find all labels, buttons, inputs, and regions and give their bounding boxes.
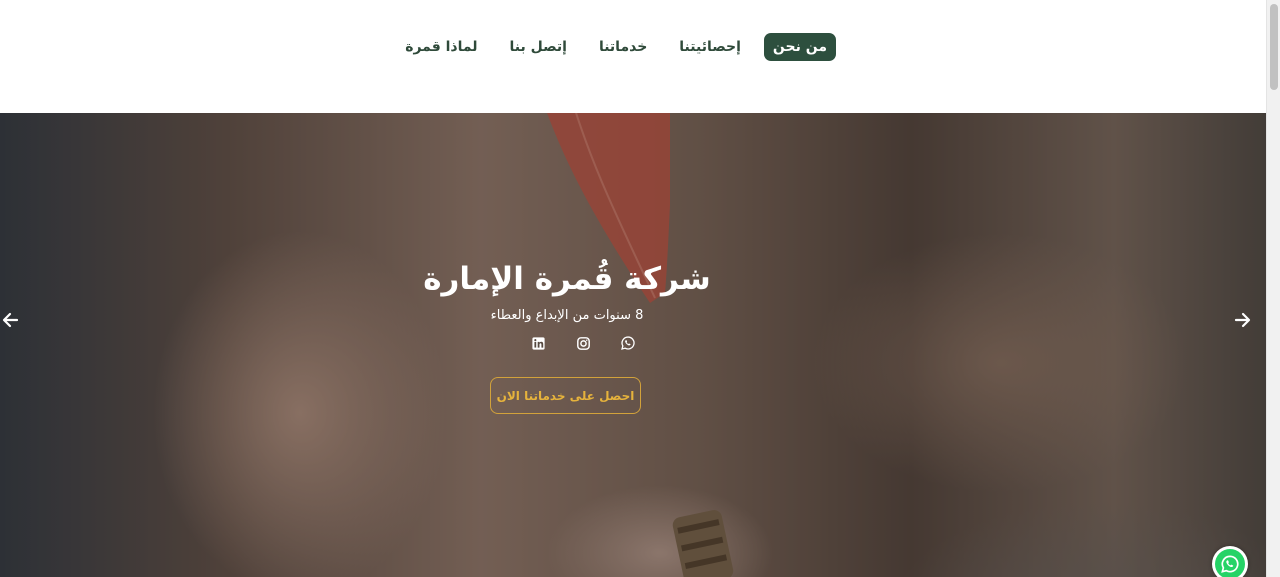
hero-content: شركة قُمرة الإمارة 8 سنوات من الإبداع وا… [0, 113, 1266, 577]
whatsapp-icon[interactable] [620, 335, 636, 351]
nav-item-contact[interactable]: إتصل بنا [501, 33, 576, 61]
hero-title: شركة قُمرة الإمارة [423, 261, 711, 297]
carousel-prev-arrow-icon[interactable] [0, 309, 22, 331]
carousel-next-arrow-icon[interactable] [1231, 309, 1253, 331]
hero-subtitle: 8 سنوات من الإبداع والعطاء [490, 308, 644, 323]
main-nav: من نحن إحصائيتنا خدماتنا إتصل بنا لماذا … [376, 31, 836, 62]
site-header: من نحن إحصائيتنا خدماتنا إتصل بنا لماذا … [0, 0, 1266, 113]
nav-item-services[interactable]: خدماتنا [590, 33, 656, 61]
get-services-button[interactable]: احصل على خدماتنا الان [490, 377, 641, 414]
scrollbar-thumb[interactable] [1270, 4, 1278, 90]
nav-item-statistics[interactable]: إحصائيتنا [670, 33, 750, 61]
linkedin-icon[interactable] [530, 335, 546, 351]
instagram-icon[interactable] [575, 335, 591, 351]
whatsapp-float-button[interactable] [1212, 546, 1248, 577]
page-scrollbar[interactable] [1266, 0, 1280, 577]
nav-item-why-qumra[interactable]: لماذا قمرة [396, 33, 486, 61]
social-links [530, 335, 636, 351]
hero-carousel: شركة قُمرة الإمارة 8 سنوات من الإبداع وا… [0, 113, 1266, 577]
nav-item-about[interactable]: من نحن [763, 32, 836, 61]
whatsapp-float-icon [1215, 549, 1245, 577]
